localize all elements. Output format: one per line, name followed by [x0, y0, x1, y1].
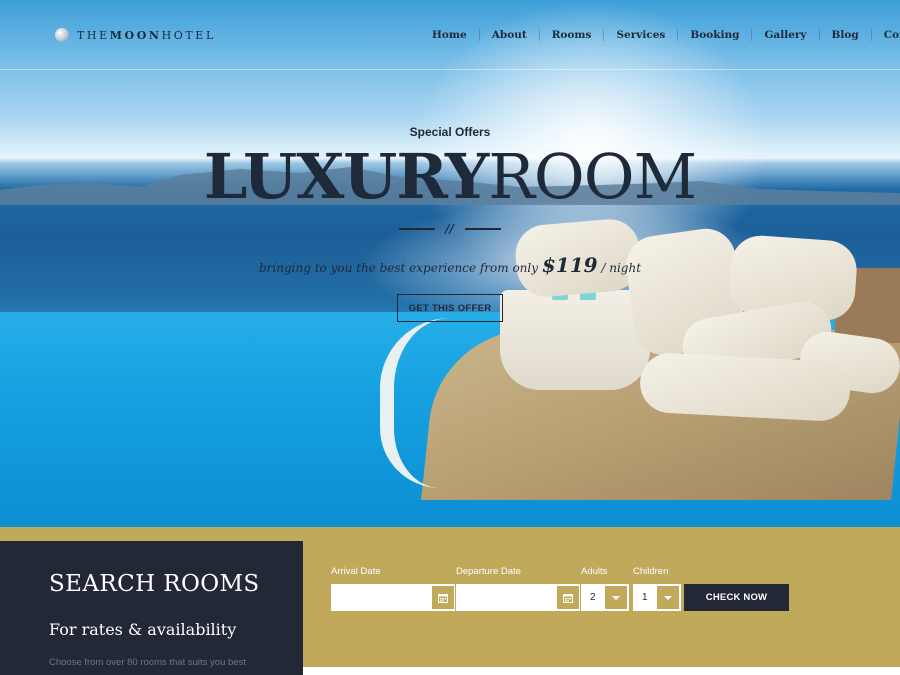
- nav-item-rooms[interactable]: Rooms: [538, 29, 604, 41]
- tagline-unit: / night: [601, 261, 642, 275]
- nav-item-home[interactable]: Home: [420, 29, 479, 41]
- site-logo[interactable]: THEMOONHOTEL: [55, 28, 216, 42]
- nav-item-contact[interactable]: Contact: [870, 29, 900, 41]
- headline-bold: LUXURY: [203, 140, 489, 213]
- adults-label: Adults: [581, 566, 608, 577]
- main-nav: Home About Rooms Services Booking Galler…: [420, 29, 900, 41]
- tagline-price: $119: [541, 253, 598, 277]
- nav-item-booking[interactable]: Booking: [677, 29, 751, 41]
- divider-mark: //: [445, 222, 454, 236]
- children-dropdown-button[interactable]: [657, 586, 679, 609]
- children-label: Children: [633, 566, 669, 577]
- calendar-icon: [438, 593, 448, 603]
- departure-date-label: Departure Date: [456, 566, 521, 577]
- content-strip: [303, 667, 900, 675]
- hero-kicker: Special Offers: [409, 125, 491, 139]
- search-subtitle: For rates & availability: [49, 620, 237, 639]
- lounge-table: [500, 290, 650, 390]
- tagline-text: bringing to you the best experience from…: [258, 261, 539, 275]
- get-offer-button[interactable]: GET THIS OFFER: [397, 294, 503, 322]
- arrival-date-label: Arrival Date: [331, 566, 381, 577]
- arrival-calendar-button[interactable]: [432, 586, 454, 609]
- adults-dropdown-button[interactable]: [605, 586, 627, 609]
- hero-headline: LUXURYROOM: [0, 140, 900, 213]
- search-title: SEARCH ROOMS: [49, 571, 260, 597]
- nav-item-gallery[interactable]: Gallery: [751, 29, 818, 41]
- pool-edge: [380, 318, 500, 488]
- search-rooms-panel: SEARCH ROOMS For rates & availability Ch…: [0, 541, 303, 675]
- search-note: Choose from over 80 rooms that suits you…: [49, 657, 246, 668]
- nav-item-blog[interactable]: Blog: [818, 29, 871, 41]
- chevron-down-icon: [664, 595, 672, 600]
- logo-text: THEMOONHOTEL: [77, 28, 216, 42]
- hero-divider: //: [399, 222, 501, 236]
- pillow: [638, 351, 852, 423]
- site-header: THEMOONHOTEL Home About Rooms Services B…: [0, 0, 900, 70]
- nav-item-about[interactable]: About: [478, 29, 539, 41]
- calendar-icon: [563, 593, 573, 603]
- check-now-button[interactable]: CHECK NOW: [684, 584, 789, 611]
- moon-icon: [55, 28, 69, 42]
- departure-calendar-button[interactable]: [557, 586, 579, 609]
- headline-light: ROOM: [488, 140, 697, 213]
- adults-value: 2: [590, 592, 596, 603]
- divider-line: [465, 228, 501, 230]
- hero-tagline: bringing to you the best experience from…: [0, 253, 900, 277]
- children-value: 1: [642, 592, 648, 603]
- nav-item-services[interactable]: Services: [603, 29, 677, 41]
- divider-line: [399, 228, 435, 230]
- chevron-down-icon: [612, 595, 620, 600]
